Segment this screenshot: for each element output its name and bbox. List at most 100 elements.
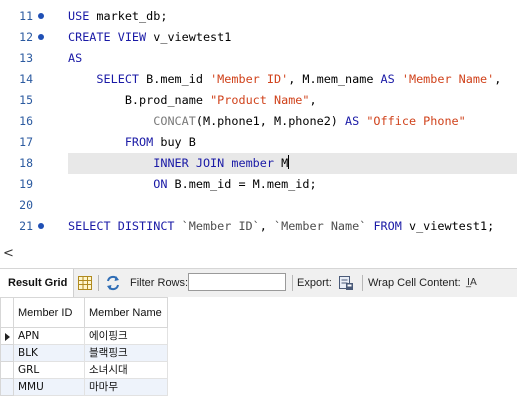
row-selector[interactable] [0, 327, 14, 345]
code-text[interactable]: SELECT DISTINCT `Member ID`, `Member Nam… [68, 216, 494, 237]
line-number: 20 [19, 198, 33, 212]
code-token: FROM [124, 135, 161, 149]
table-row[interactable]: MMU 마마무 [0, 378, 168, 396]
code-token: ON [153, 177, 175, 191]
code-text[interactable]: CONCAT(M.phone1, M.phone2) AS "Office Ph… [68, 111, 466, 132]
code-token: INNER JOIN [153, 156, 232, 170]
export-label: Export: [297, 277, 332, 289]
wrap-text-icon[interactable]: I̲A [467, 269, 477, 297]
code-token: M [281, 156, 289, 170]
cell-member-id[interactable]: APN [13, 327, 85, 345]
cell-member-id[interactable]: BLK [13, 344, 85, 362]
statement-marker-icon[interactable] [38, 223, 44, 229]
code-line[interactable]: 16 CONCAT(M.phone1, M.phone2) AS "Office… [0, 111, 517, 132]
wrap-cell-content-label: Wrap Cell Content: [368, 277, 461, 289]
code-text[interactable]: FROM buy B [68, 132, 196, 153]
line-number: 15 [19, 93, 33, 107]
cell-member-name[interactable]: 마마무 [84, 378, 168, 396]
code-line[interactable]: 12 CREATE VIEW v_viewtest1 [0, 27, 517, 48]
row-selector[interactable] [0, 378, 14, 396]
line-number: 19 [19, 177, 33, 191]
code-token: CONCAT [153, 114, 196, 128]
line-number: 18 [19, 156, 33, 170]
code-token: member [231, 156, 282, 170]
cell-member-name[interactable]: 에이핑크 [84, 327, 168, 345]
code-text[interactable]: SELECT B.mem_id 'Member ID', M.mem_name … [68, 69, 501, 90]
code-line[interactable]: 17 FROM buy B [0, 132, 517, 153]
filter-rows-input[interactable] [188, 273, 286, 291]
code-text[interactable]: USE market_db; [68, 6, 167, 27]
toolbar-divider [292, 275, 293, 291]
code-text[interactable]: CREATE VIEW v_viewtest1 [68, 27, 231, 48]
table-row[interactable]: GRL 소녀시대 [0, 361, 168, 379]
row-selector[interactable] [0, 361, 14, 379]
code-token: AS [345, 114, 367, 128]
row-header-corner [0, 297, 14, 328]
cell-member-name[interactable]: 블랙핑크 [84, 344, 168, 362]
code-token: "Office Phone" [366, 114, 466, 128]
column-header-member-name[interactable]: Member Name [84, 297, 168, 328]
cell-member-name[interactable]: 소녀시대 [84, 361, 168, 379]
column-header-member-id[interactable]: Member ID [13, 297, 85, 328]
code-token: FROM [373, 219, 409, 233]
line-number: 16 [19, 114, 33, 128]
code-line[interactable]: 14 SELECT B.mem_id 'Member ID', M.mem_na… [0, 69, 517, 90]
code-token: USE [68, 9, 97, 23]
code-token: SELECT DISTINCT [68, 219, 182, 233]
code-token: market_db; [96, 9, 168, 23]
editor-horizontal-scrollbar[interactable]: < [0, 244, 517, 265]
code-line[interactable]: 21 SELECT DISTINCT `Member ID`, `Member N… [0, 216, 517, 237]
result-table: Member ID Member Name APN 에이핑크 BLK 블랙핑크 GRL 소… [0, 297, 168, 396]
table-row[interactable]: APN 에이핑크 [0, 327, 168, 345]
sql-editor[interactable]: 11 USE market_db; 12 CREATE VIEW v_viewtest… [0, 0, 517, 244]
code-token: AS [380, 72, 402, 86]
export-icon[interactable] [338, 275, 354, 291]
code-token: SELECT [96, 72, 147, 86]
code-token: , [259, 219, 274, 233]
code-text[interactable]: AS [68, 48, 82, 69]
code-token: "Product Name" [210, 93, 310, 107]
line-number: 21 [19, 219, 33, 233]
code-token: (M.phone1, M.phone2) [195, 114, 346, 128]
code-token: B.mem_id = M.mem_id; [174, 177, 317, 191]
toolbar-divider [362, 275, 363, 291]
table-row[interactable]: BLK 블랙핑크 [0, 344, 168, 362]
cell-member-id[interactable]: GRL [13, 361, 85, 379]
result-grid[interactable]: Member ID Member Name APN 에이핑크 BLK 블랙핑크 GRL 소… [0, 297, 517, 407]
row-selector[interactable] [0, 344, 14, 362]
code-token: CREATE VIEW [68, 30, 154, 44]
code-line[interactable]: 19 ON B.mem_id = M.mem_id; [0, 174, 517, 195]
refresh-icon[interactable] [105, 275, 121, 291]
statement-marker-icon[interactable] [38, 13, 44, 19]
code-token: v_viewtest1; [408, 219, 495, 233]
code-line[interactable]: 13 AS [0, 48, 517, 69]
code-line[interactable]: 18 INNER JOIN member M [0, 153, 517, 174]
line-number: 11 [19, 9, 33, 23]
line-number: 17 [19, 135, 33, 149]
cell-member-id[interactable]: MMU [13, 378, 85, 396]
statement-marker-icon[interactable] [38, 34, 44, 40]
code-text[interactable]: B.prod_name "Product Name", [68, 90, 317, 111]
code-line[interactable]: 11 USE market_db; [0, 6, 517, 27]
code-token: B.mem_id [146, 72, 211, 86]
result-grid-tab[interactable]: Result Grid [0, 269, 75, 297]
code-token: buy B [160, 135, 196, 149]
code-text[interactable]: ON B.mem_id = M.mem_id; [68, 174, 317, 195]
code-line[interactable]: 15 B.prod_name "Product Name", [0, 90, 517, 111]
line-number: 14 [19, 72, 33, 86]
current-row-arrow-icon [5, 333, 10, 341]
text-cursor [288, 155, 290, 169]
toolbar-divider [98, 275, 99, 291]
grid-layout-icon[interactable] [77, 275, 93, 291]
code-text[interactable]: INNER JOIN member M [68, 153, 290, 174]
code-line[interactable]: 20 [0, 195, 517, 216]
code-token: 'Member ID' [210, 72, 289, 86]
code-token: B.prod_name [124, 93, 211, 107]
filter-rows-label: Filter Rows: [130, 277, 189, 289]
scroll-left-arrow-icon[interactable]: < [3, 246, 14, 261]
